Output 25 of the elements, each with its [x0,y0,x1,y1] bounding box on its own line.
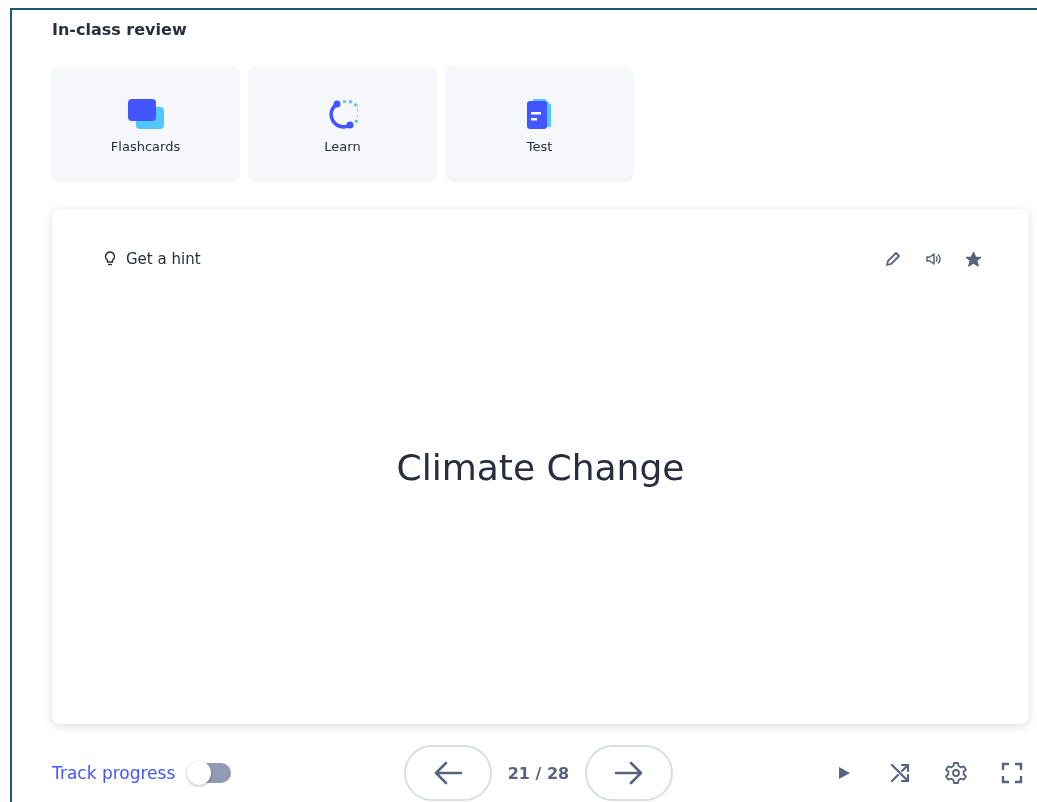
fullscreen-button[interactable] [999,760,1025,786]
card-term: Climate Change [396,447,685,488]
mode-tile[interactable]: Flashcards [52,66,239,180]
mode-tile[interactable]: Learn [249,66,436,180]
right-arrow-icon [614,761,645,785]
left-arrow-icon [432,761,463,785]
speaker-icon [925,251,941,267]
settings-icon [944,761,968,785]
card-counter: 21 / 28 [507,763,570,783]
fullscreen-icon [1001,762,1023,784]
loop-icon [327,98,358,129]
mode-tile[interactable]: Test [446,66,633,180]
track-progress-label: Track progress [52,763,176,783]
next-button[interactable] [585,745,674,801]
pencil-icon [885,251,901,267]
shuffle-icon [889,762,911,784]
flashcard[interactable]: Get a hint Climate Change [52,209,1029,724]
play-icon [836,765,852,781]
lightbulb-icon [104,251,116,267]
section-title: In-class review [52,20,188,41]
cards-icon [127,98,164,129]
previous-button[interactable] [403,745,492,801]
hint-button[interactable]: Get a hint [104,250,201,268]
settings-button[interactable] [943,760,969,786]
toggle-switch[interactable] [189,763,232,783]
